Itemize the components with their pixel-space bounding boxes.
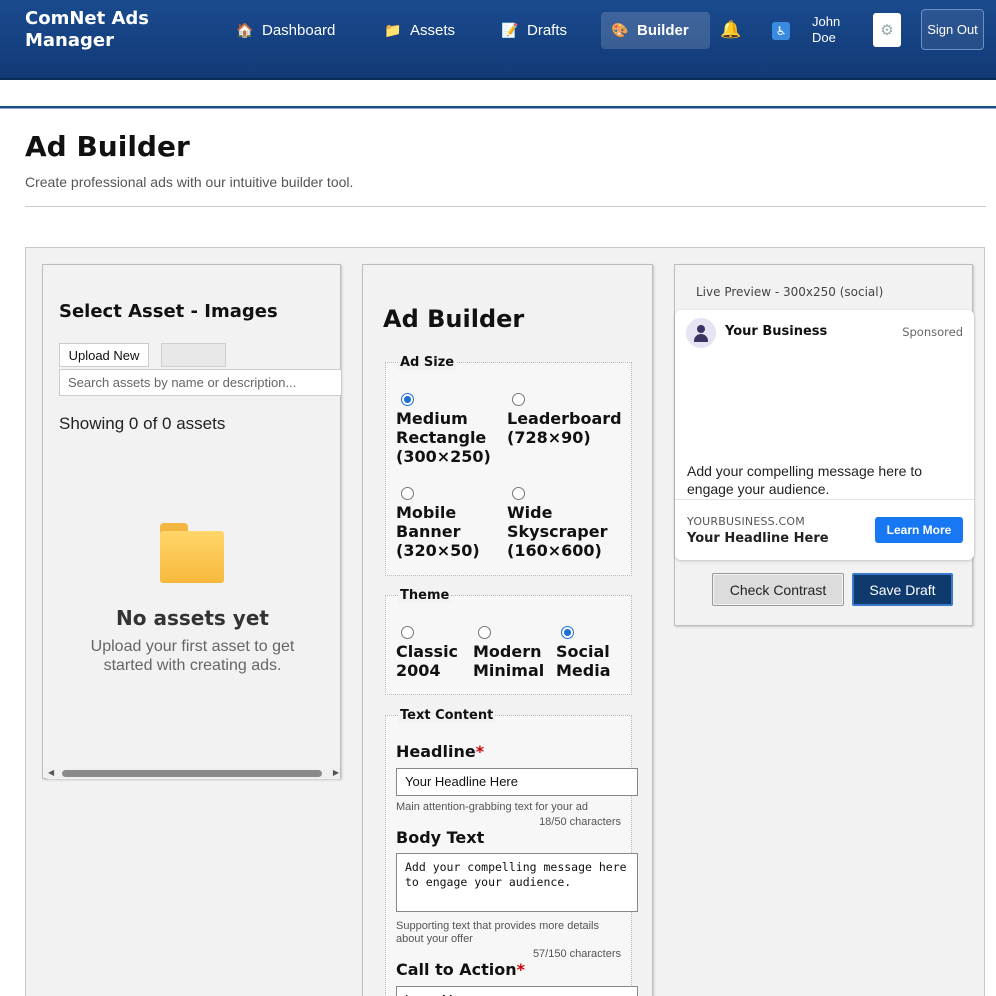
headline-hint: Main attention-grabbing text for your ad: [396, 801, 589, 813]
asset-horizontal-scrollbar[interactable]: ◀ ▶: [47, 767, 340, 779]
scroll-left-icon[interactable]: ◀: [48, 768, 54, 777]
radio-social-media[interactable]: [561, 626, 574, 639]
option-modern-minimal[interactable]: Modern Minimal: [473, 642, 553, 680]
ad-business-name: Your Business: [725, 324, 828, 339]
sign-out-button[interactable]: Sign Out: [921, 9, 984, 50]
required-marker: *: [475, 742, 485, 761]
radio-wide-skyscraper[interactable]: [512, 487, 525, 500]
ad-footer-divider: [675, 499, 974, 500]
folder-icon: 📁: [384, 22, 402, 38]
brand-logo-text[interactable]: ComNet Ads Manager: [25, 8, 215, 52]
page-divider: [25, 206, 986, 207]
upload-new-button[interactable]: Upload New: [59, 343, 149, 367]
user-name[interactable]: John Doe: [812, 14, 852, 46]
radio-mobile-banner[interactable]: [401, 487, 414, 500]
radio-medium-rectangle[interactable]: [401, 393, 414, 406]
ad-size-legend: Ad Size: [398, 355, 457, 370]
empty-folder-icon: [160, 523, 224, 583]
body-text-textarea[interactable]: Add your compelling message here to enga…: [396, 853, 638, 912]
text-content-fieldset: Text Content Headline* Your Headline Her…: [385, 708, 638, 996]
ad-preview-card: Your Business Sponsored Add your compell…: [675, 310, 974, 560]
nav-builder[interactable]: 🎨 Builder: [601, 12, 710, 49]
radio-modern-minimal[interactable]: [478, 626, 491, 639]
nav-drafts[interactable]: 📝 Drafts: [491, 12, 577, 49]
palette-icon: 🎨: [611, 22, 629, 38]
cta-input[interactable]: Learn More: [396, 986, 638, 996]
ad-headline: Your Headline Here: [687, 531, 829, 546]
nav-assets-label: Assets: [410, 22, 456, 39]
body-text-char-count: 57/150 characters: [532, 948, 621, 960]
headline-label: Headline*: [396, 742, 485, 761]
save-draft-button[interactable]: Save Draft: [852, 573, 953, 606]
option-classic-2004[interactable]: Classic 2004: [396, 642, 466, 680]
header-divider: [0, 106, 996, 109]
option-leaderboard[interactable]: Leaderboard (728×90): [507, 409, 627, 447]
live-preview-panel: Live Preview - 300x250 (social) Your Bus…: [674, 264, 974, 626]
business-avatar-icon: [686, 318, 716, 348]
check-contrast-button[interactable]: Check Contrast: [712, 573, 844, 606]
asset-count-text: Showing 0 of 0 assets: [59, 414, 226, 433]
headline-input[interactable]: Your Headline Here: [396, 768, 638, 796]
notifications-bell-icon[interactable]: 🔔: [720, 20, 741, 40]
ad-sponsored-tag: Sponsored: [902, 325, 963, 339]
ad-body-text: Add your compelling message here to enga…: [687, 463, 923, 497]
headline-char-count: 18/50 characters: [539, 816, 621, 828]
nav-builder-label: Builder: [637, 22, 689, 39]
required-marker: *: [516, 960, 526, 979]
settings-button[interactable]: ⚙: [873, 13, 901, 47]
cta-label: Call to Action*: [396, 960, 526, 979]
home-icon: 🏠: [236, 22, 254, 38]
page-subtitle: Create professional ads with our intuiti…: [25, 174, 354, 190]
preview-label: Live Preview - 300x250 (social): [696, 285, 884, 299]
nav-drafts-label: Drafts: [527, 22, 568, 39]
accessibility-icon[interactable]: ♿: [772, 22, 790, 40]
body-text-hint: Supporting text that provides more detai…: [396, 920, 600, 945]
builder-panel-title: Ad Builder: [383, 305, 525, 333]
option-medium-rectangle[interactable]: Medium Rectangle (300×250): [396, 409, 501, 466]
radio-classic-2004[interactable]: [401, 626, 414, 639]
option-wide-skyscraper[interactable]: Wide Skyscraper (160×600): [507, 503, 627, 560]
ad-size-fieldset: Ad Size Medium Rectangle (300×250) Leade…: [385, 355, 632, 576]
asset-search-input[interactable]: Search assets by name or description...: [59, 369, 342, 396]
option-mobile-banner[interactable]: Mobile Banner (320×50): [396, 503, 501, 560]
nav-assets[interactable]: 📁 Assets: [374, 12, 465, 49]
ad-cta-button[interactable]: Learn More: [875, 517, 963, 543]
app-root: ComNet Ads Manager 🏠 Dashboard 📁 Assets …: [0, 0, 996, 996]
scrollbar-thumb[interactable]: [62, 770, 322, 777]
scroll-right-icon[interactable]: ▶: [333, 768, 339, 777]
ad-builder-panel: Ad Builder Ad Size Medium Rectangle (300…: [362, 264, 653, 996]
body-text-label: Body Text: [396, 828, 485, 847]
gear-icon: ⚙: [880, 21, 894, 39]
radio-leaderboard[interactable]: [512, 393, 525, 406]
top-navbar: ComNet Ads Manager 🏠 Dashboard 📁 Assets …: [0, 0, 996, 80]
empty-state-title: No assets yet: [116, 606, 269, 630]
secondary-asset-button[interactable]: [161, 343, 226, 367]
nav-dashboard-label: Dashboard: [262, 22, 336, 39]
ad-domain: YOURBUSINESS.COM: [687, 515, 805, 528]
theme-fieldset: Theme Classic 2004 Modern Minimal Social…: [385, 588, 632, 695]
text-content-legend: Text Content: [398, 708, 496, 723]
asset-panel-title: Select Asset - Images: [59, 301, 278, 322]
theme-legend: Theme: [398, 588, 452, 603]
empty-state-subtitle: Upload your first asset to get started w…: [90, 638, 295, 674]
memo-icon: 📝: [501, 22, 519, 38]
page-title: Ad Builder: [25, 130, 190, 163]
asset-selection-panel: Select Asset - Images Upload New Search …: [42, 264, 342, 779]
nav-dashboard[interactable]: 🏠 Dashboard: [226, 12, 345, 49]
option-social-media[interactable]: Social Media: [556, 642, 626, 680]
